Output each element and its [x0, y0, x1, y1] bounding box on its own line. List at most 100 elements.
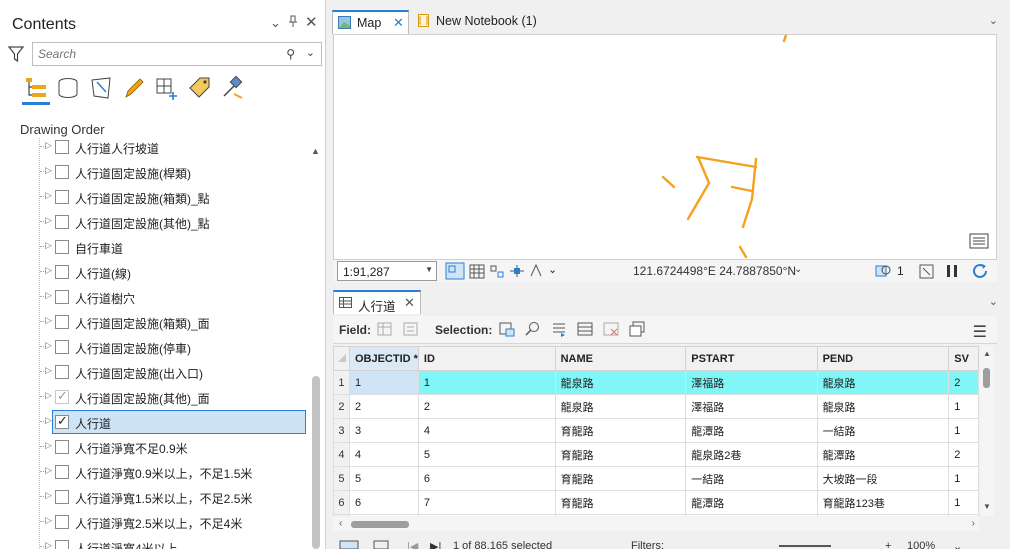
pane-options-chevron-icon[interactable]: ⌄ — [270, 15, 281, 31]
column-header[interactable]: PEND — [816, 346, 950, 371]
list-by-snapping-icon[interactable] — [154, 74, 180, 102]
fixed-zoom-icon[interactable] — [445, 262, 465, 280]
table-cell[interactable] — [554, 514, 687, 516]
table-cell[interactable]: 育龍路 — [554, 442, 687, 467]
table-cell[interactable] — [417, 514, 556, 516]
table-cell[interactable]: 6 — [348, 490, 419, 515]
row-number[interactable]: 2 — [333, 394, 350, 419]
filter-extent-icon[interactable] — [919, 262, 935, 280]
layer-visibility-checkbox[interactable] — [55, 465, 69, 479]
layer-visibility-checkbox[interactable] — [55, 440, 69, 454]
list-by-labeling-icon[interactable] — [187, 74, 213, 102]
layer-visibility-checkbox[interactable] — [55, 165, 69, 179]
expand-arrow-icon[interactable]: ▷ — [45, 365, 52, 376]
next-record-icon[interactable]: ▶| — [430, 540, 441, 549]
layer-item[interactable]: ▷ 人行道樹穴 — [30, 285, 306, 309]
layer-visibility-checkbox[interactable] — [55, 413, 69, 429]
pin-icon[interactable] — [288, 15, 298, 30]
coordinate-format-chevron-icon[interactable]: ⌄ — [794, 264, 802, 275]
expand-arrow-icon[interactable]: ▷ — [45, 215, 52, 226]
map-canvas[interactable] — [334, 35, 996, 259]
layer-item[interactable]: ▷ 人行道固定設施(箱類)_點 — [30, 185, 306, 209]
table-row[interactable]: 5 5 6 育龍路 一結路 大坡路一段 1 — [333, 466, 979, 491]
table-cell[interactable]: 育龍路 — [554, 418, 687, 443]
zoom-slider[interactable] — [779, 545, 831, 547]
layer-visibility-checkbox[interactable] — [55, 490, 69, 504]
refresh-icon[interactable] — [971, 262, 989, 280]
tabs-overflow-chevron-icon[interactable]: ⌄ — [989, 14, 998, 27]
grid-icon[interactable] — [469, 262, 485, 280]
layer-visibility-checkbox[interactable] — [55, 290, 69, 304]
list-by-drawing-order-icon[interactable] — [22, 74, 48, 102]
scale-dropdown-icon[interactable]: ▼ — [425, 265, 433, 274]
zoom-to-selection-icon[interactable] — [525, 321, 541, 337]
status-options-chevron-icon[interactable]: ⌄ — [548, 263, 557, 276]
table-cell[interactable]: 龍潭路 — [685, 418, 818, 443]
layer-item[interactable]: ▷ 人行道人行坡道 — [30, 138, 306, 159]
layer-visibility-checkbox[interactable] — [55, 388, 69, 404]
table-cell[interactable]: 龍潭路 — [816, 442, 950, 467]
table-cell[interactable]: 2 — [948, 370, 979, 395]
delete-selection-icon[interactable] — [603, 321, 619, 337]
expand-arrow-icon[interactable]: ▷ — [45, 165, 52, 176]
table-cell[interactable]: 龍泉路 — [816, 370, 950, 395]
table-row[interactable]: 4 4 5 育龍路 龍泉路2巷 龍潭路 2 — [333, 442, 979, 467]
table-cell[interactable]: 龍泉路 — [554, 370, 687, 395]
show-selected-records-icon[interactable] — [373, 540, 389, 549]
search-input[interactable] — [33, 43, 273, 65]
layer-visibility-checkbox[interactable] — [55, 215, 69, 229]
first-record-icon[interactable]: |◀ — [407, 540, 418, 549]
table-cell[interactable]: 1 — [948, 490, 979, 515]
table-cell[interactable]: 4 — [348, 442, 419, 467]
table-cell[interactable]: 龍泉路 — [816, 394, 950, 419]
layer-item[interactable]: ▷ 人行道固定設施(其他)_點 — [30, 210, 306, 234]
column-header[interactable]: ID — [417, 346, 556, 371]
table-cell[interactable]: 6 — [417, 466, 556, 491]
grid-horizontal-scrollbar[interactable]: ‹ › — [333, 517, 979, 531]
expand-arrow-icon[interactable]: ▷ — [45, 340, 52, 351]
expand-arrow-icon[interactable]: ▷ — [45, 240, 52, 251]
expand-arrow-icon[interactable]: ▷ — [45, 465, 52, 476]
list-by-perspective-imagery-icon[interactable] — [220, 74, 246, 102]
scroll-right-icon[interactable]: › — [972, 518, 975, 529]
table-cell[interactable]: 一結路 — [685, 466, 818, 491]
table-row[interactable]: 7 — [333, 514, 979, 516]
expand-arrow-icon[interactable]: ▷ — [45, 540, 52, 549]
expand-arrow-icon[interactable]: ▷ — [45, 390, 52, 401]
scroll-up-icon[interactable]: ▲ — [311, 146, 320, 156]
contents-scroll-thumb[interactable] — [312, 376, 320, 549]
grid-vertical-scrollbar[interactable]: ▲ ▼ — [980, 346, 994, 516]
column-header[interactable]: OBJECTID * — [348, 346, 419, 371]
add-field-icon[interactable] — [377, 321, 393, 337]
selection-zoom-icon[interactable] — [875, 262, 893, 280]
expand-arrow-icon[interactable]: ▷ — [45, 140, 52, 151]
list-by-source-icon[interactable] — [55, 74, 81, 102]
layer-item[interactable]: ▷ 人行道淨寬2.5米以上，不足4米 — [30, 510, 306, 534]
expand-arrow-icon[interactable]: ▷ — [45, 290, 52, 301]
filter-icon[interactable] — [8, 44, 24, 64]
column-header[interactable]: NAME — [554, 346, 687, 371]
layer-visibility-checkbox[interactable] — [55, 365, 69, 379]
correction-icon[interactable] — [529, 262, 543, 280]
layer-item[interactable]: ▷ 人行道固定設施(箱類)_面 — [30, 310, 306, 334]
expand-arrow-icon[interactable]: ▷ — [45, 440, 52, 451]
map-overview-toggle-icon[interactable] — [968, 231, 990, 251]
table-cell[interactable] — [685, 514, 818, 516]
row-number[interactable]: 6 — [333, 490, 350, 515]
calculate-field-icon[interactable] — [403, 321, 419, 337]
constraints-icon[interactable] — [509, 262, 525, 280]
table-cell[interactable]: 龍泉路 — [554, 394, 687, 419]
table-cell[interactable]: 2 — [417, 394, 556, 419]
table-cell[interactable]: 7 — [417, 490, 556, 515]
layer-item[interactable]: ▷ 人行道固定設施(出入口) — [30, 360, 306, 384]
tab-map[interactable]: Map ✕ — [332, 10, 409, 34]
snapping-icon[interactable] — [489, 262, 505, 280]
close-pane-icon[interactable]: ✕ — [305, 13, 318, 31]
table-cell[interactable]: 3 — [348, 418, 419, 443]
zoom-dropdown-chevron-icon[interactable]: ⌄ — [953, 540, 962, 549]
table-cell[interactable]: 1 — [948, 394, 979, 419]
show-all-records-icon[interactable] — [339, 540, 359, 549]
close-attribute-tab-icon[interactable]: ✕ — [404, 295, 415, 311]
layer-item[interactable]: ▷ 人行道固定設施(其他)_面 — [30, 385, 306, 409]
table-cell[interactable]: 1 — [348, 370, 419, 395]
